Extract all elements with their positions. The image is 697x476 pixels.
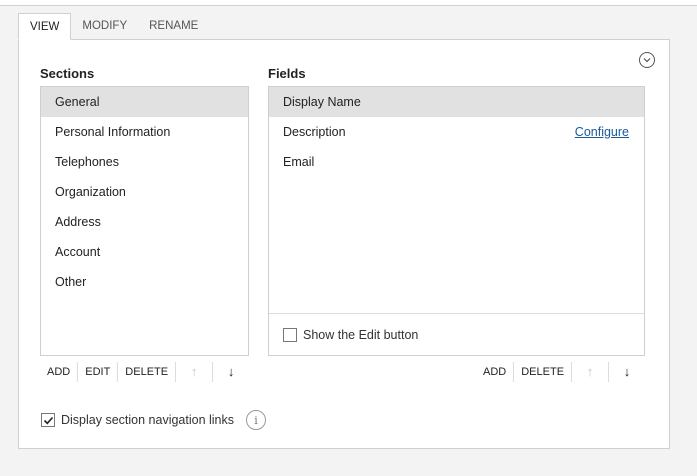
tab-bar: VIEW MODIFY RENAME bbox=[18, 13, 209, 40]
arrow-up-icon[interactable]: ↑ bbox=[572, 361, 608, 383]
section-item-address[interactable]: Address bbox=[41, 207, 248, 237]
field-item-display-name[interactable]: Display Name bbox=[269, 87, 644, 117]
section-add-button[interactable]: ADD bbox=[40, 361, 77, 383]
field-item-label: Description bbox=[283, 125, 346, 139]
show-edit-button-label: Show the Edit button bbox=[303, 327, 419, 342]
field-item-description[interactable]: Description Configure bbox=[269, 117, 644, 147]
top-bar bbox=[0, 0, 697, 6]
section-delete-button[interactable]: DELETE bbox=[118, 361, 175, 383]
chevron-down-circle-icon[interactable] bbox=[639, 52, 655, 68]
section-item-general[interactable]: General bbox=[41, 87, 248, 117]
field-item-email[interactable]: Email bbox=[269, 147, 644, 177]
field-add-button[interactable]: ADD bbox=[476, 361, 513, 383]
bottom-strip bbox=[0, 470, 697, 476]
info-icon[interactable]: i bbox=[246, 410, 267, 430]
field-delete-button[interactable]: DELETE bbox=[514, 361, 571, 383]
sections-title: Sections bbox=[40, 66, 95, 81]
fields-toolbar: ADD DELETE ↑ ↓ bbox=[476, 361, 645, 383]
arrow-down-icon[interactable]: ↓ bbox=[213, 361, 249, 383]
section-item-telephones[interactable]: Telephones bbox=[41, 147, 248, 177]
section-item-personal-information[interactable]: Personal Information bbox=[41, 117, 248, 147]
section-item-account[interactable]: Account bbox=[41, 237, 248, 267]
tab-modify[interactable]: MODIFY bbox=[71, 13, 138, 40]
configure-link[interactable]: Configure bbox=[575, 117, 629, 147]
arrow-down-icon[interactable]: ↓ bbox=[609, 361, 645, 383]
arrow-up-icon[interactable]: ↑ bbox=[176, 361, 212, 383]
display-nav-links-checkbox[interactable] bbox=[41, 413, 55, 427]
fields-title: Fields bbox=[268, 66, 306, 81]
fields-footer: Show the Edit button bbox=[269, 313, 644, 355]
show-edit-button-checkbox[interactable] bbox=[283, 327, 297, 342]
sections-toolbar: ADD EDIT DELETE ↑ ↓ bbox=[40, 361, 249, 383]
display-nav-links-row: Display section navigation links i bbox=[41, 410, 267, 430]
view-panel: Sections General Personal Information Te… bbox=[18, 39, 670, 449]
display-nav-links-label: Display section navigation links bbox=[61, 413, 235, 427]
fields-list[interactable]: Display Name Description Configure Email… bbox=[268, 86, 645, 356]
tab-view[interactable]: VIEW bbox=[18, 13, 72, 40]
tab-rename[interactable]: RENAME bbox=[138, 13, 209, 40]
section-item-organization[interactable]: Organization bbox=[41, 177, 248, 207]
section-item-other[interactable]: Other bbox=[41, 267, 248, 297]
section-edit-button[interactable]: EDIT bbox=[78, 361, 117, 383]
sections-list[interactable]: General Personal Information Telephones … bbox=[40, 86, 249, 356]
